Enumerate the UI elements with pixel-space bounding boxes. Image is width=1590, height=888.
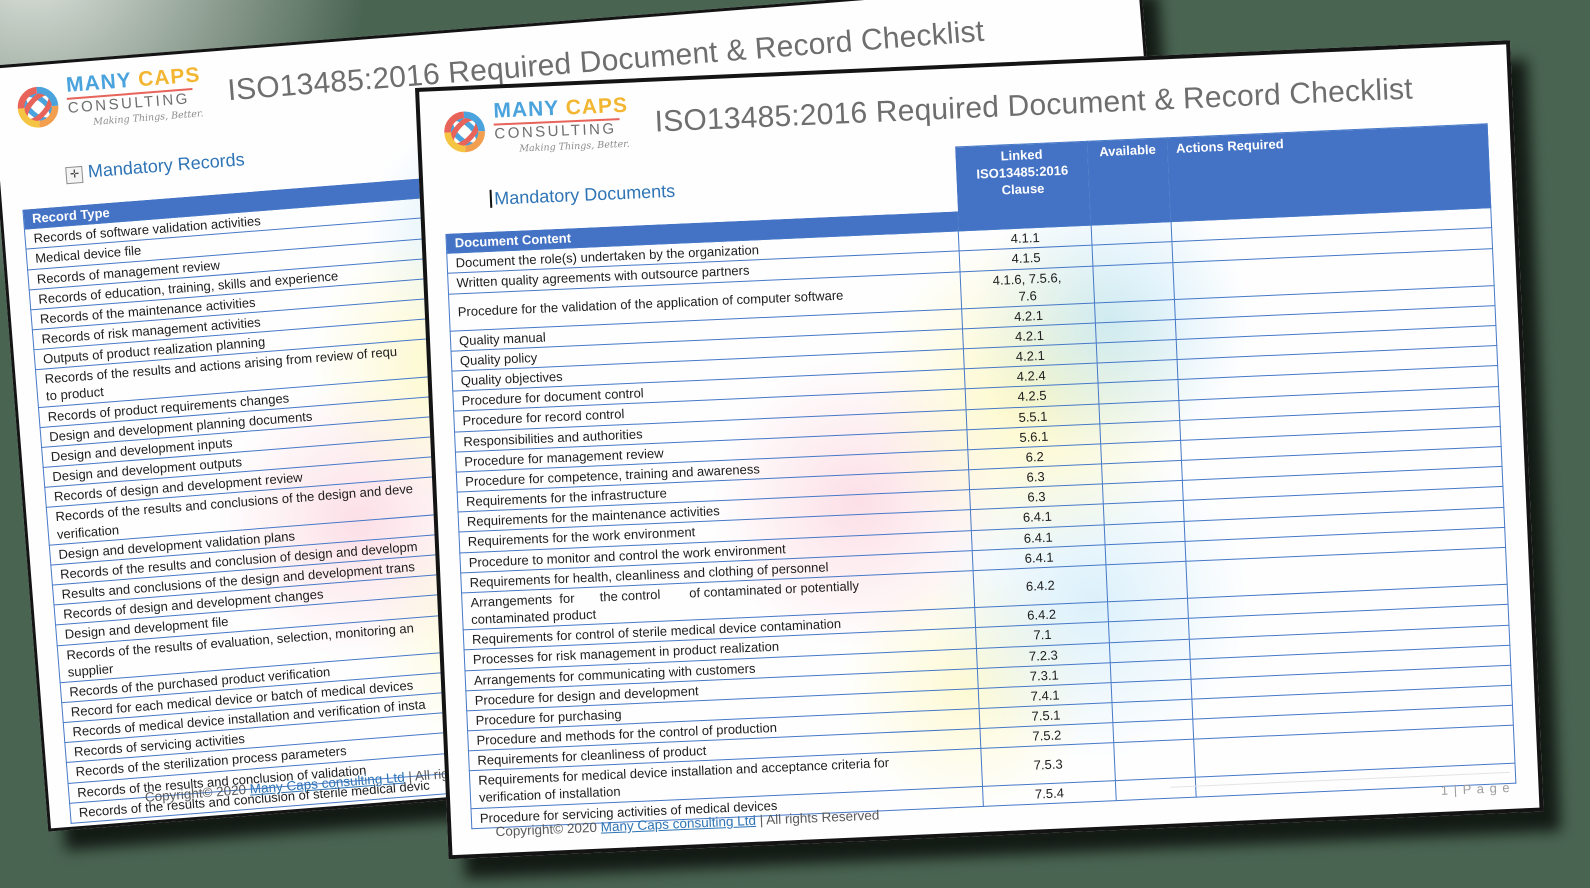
- clause-cell: 6.4.2: [974, 565, 1108, 608]
- brand-name: MANY CAPS: [493, 95, 628, 122]
- many-caps-logo-icon: [440, 101, 490, 163]
- brand-consulting: CONSULTING: [494, 121, 629, 142]
- many-caps-link[interactable]: Many Caps consulting Ltd: [600, 813, 756, 835]
- brand-block: MANY CAPS CONSULTING Making Things, Bett…: [12, 64, 204, 139]
- document-title: ISO13485:2016 Required Document & Record…: [654, 72, 1414, 139]
- available-column-header: Available: [1087, 138, 1171, 226]
- text-cursor: [490, 190, 493, 208]
- available-cell: [1093, 262, 1175, 303]
- mandatory-documents-table: Mandatory Documents Linked ISO13485:2016…: [443, 123, 1517, 829]
- section-heading-records: Mandatory Records: [87, 149, 245, 181]
- table-move-handle-icon[interactable]: ✛: [66, 166, 84, 184]
- actions-column-header: Actions Required: [1167, 124, 1491, 222]
- section-heading-documents: Mandatory Documents: [494, 181, 676, 209]
- many-caps-logo-icon: [12, 75, 64, 139]
- front-page-mandatory-documents: MANY CAPS CONSULTING Making Things, Bett…: [415, 40, 1544, 859]
- available-cell: [1113, 739, 1195, 780]
- brand-block: MANY CAPS CONSULTING Making Things, Bett…: [440, 95, 630, 163]
- clause-cell: 7.5.3: [981, 743, 1115, 786]
- clause-cell: 4.1.6, 7.5.6, 7.6: [961, 266, 1095, 309]
- clause-column-header: Linked ISO13485:2016 Clause: [955, 141, 1091, 231]
- brand-tagline: Making Things, Better.: [495, 140, 630, 155]
- available-cell: [1106, 561, 1188, 602]
